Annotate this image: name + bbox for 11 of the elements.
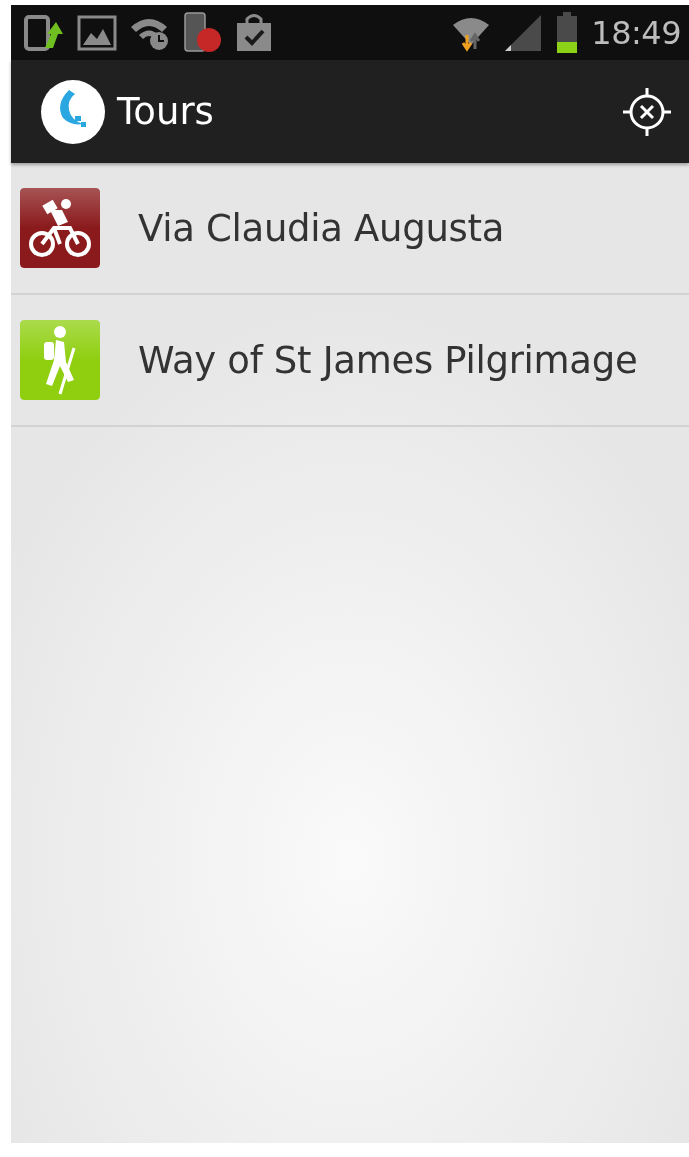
phone-upload-icon — [23, 13, 65, 52]
battery-icon — [555, 11, 580, 54]
locate-icon[interactable] — [621, 85, 673, 138]
tour-name[interactable]: Way of St James Pilgrimage — [138, 338, 638, 382]
tour-name[interactable]: Via Claudia Augusta — [138, 206, 505, 250]
app-logo-icon[interactable] — [41, 79, 105, 144]
clock-time: 18:49 — [591, 13, 681, 52]
screen-title: Tours — [117, 90, 215, 133]
image-icon — [77, 14, 117, 51]
shopping-bag-icon — [235, 12, 273, 53]
phone-app-icon — [183, 11, 223, 54]
